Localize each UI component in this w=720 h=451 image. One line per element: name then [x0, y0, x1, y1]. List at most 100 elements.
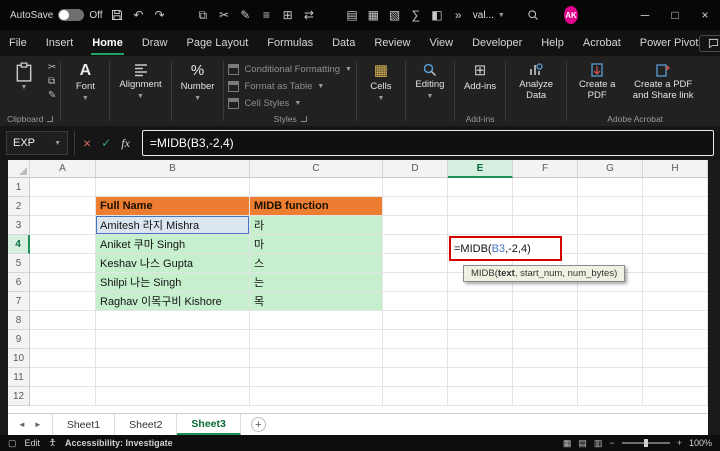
row-header-3[interactable]: 3 [8, 216, 30, 235]
cell-d2[interactable] [383, 197, 448, 216]
addins-button[interactable]: ⊞ Add-ins [459, 60, 501, 95]
normal-view-icon[interactable]: ▦ [563, 438, 572, 449]
cut-icon[interactable]: ✂ [48, 62, 56, 74]
column-header-f[interactable]: F [513, 160, 578, 178]
cell-f2[interactable] [513, 197, 578, 216]
cell-f7[interactable] [513, 292, 578, 311]
new-sheet-icon[interactable]: ▤ [345, 6, 358, 24]
close-icon[interactable]: × [690, 0, 720, 30]
zoom-level[interactable]: 100% [689, 438, 712, 448]
number-button[interactable]: % Number ▼ [176, 60, 220, 104]
menu-icon[interactable]: ≡ [260, 6, 273, 24]
vertical-scrollbar[interactable] [708, 160, 720, 435]
format-painter-icon[interactable]: ✎ [48, 90, 56, 102]
tab-scroll-left-icon[interactable]: ◄ [18, 420, 26, 429]
cell-e10[interactable] [448, 349, 513, 368]
comments-button[interactable]: Comments [699, 34, 720, 52]
autosum-icon[interactable]: ∑ [409, 6, 422, 24]
column-header-h[interactable]: H [643, 160, 708, 178]
cell-b8[interactable] [96, 311, 250, 330]
cell-g11[interactable] [578, 368, 643, 387]
copy-icon[interactable]: ⧉ [196, 6, 209, 24]
cell-f10[interactable] [513, 349, 578, 368]
overflow-icon[interactable]: » [452, 6, 465, 24]
cell-c7[interactable]: 목 [250, 292, 383, 311]
row-header-9[interactable]: 9 [8, 330, 30, 349]
cell-d10[interactable] [383, 349, 448, 368]
cell-e9[interactable] [448, 330, 513, 349]
cell-h7[interactable] [643, 292, 708, 311]
column-header-c[interactable]: C [250, 160, 383, 178]
cell-c10[interactable] [250, 349, 383, 368]
cell-c1[interactable] [250, 178, 383, 197]
cell-d9[interactable] [383, 330, 448, 349]
borders-icon[interactable]: ⊞ [281, 6, 294, 24]
cell-d12[interactable] [383, 387, 448, 406]
cell-h10[interactable] [643, 349, 708, 368]
cell-a4[interactable] [30, 235, 96, 254]
cell-c6[interactable]: 는 [250, 273, 383, 292]
page-layout-view-icon[interactable]: ▤ [578, 438, 587, 449]
cell-e7[interactable] [448, 292, 513, 311]
alignment-button[interactable]: Alignment ▼ [114, 60, 166, 102]
cell-a11[interactable] [30, 368, 96, 387]
cell-h6[interactable] [643, 273, 708, 292]
menu-tab-insert[interactable]: Insert [45, 32, 75, 55]
cell-h1[interactable] [643, 178, 708, 197]
column-header-g[interactable]: G [578, 160, 643, 178]
page-break-view-icon[interactable]: ▥ [594, 438, 603, 449]
cell-d8[interactable] [383, 311, 448, 330]
cell-d1[interactable] [383, 178, 448, 197]
menu-tab-developer[interactable]: Developer [471, 32, 523, 55]
macro-record-icon[interactable]: ▢ [8, 438, 17, 449]
conditional-formatting-button[interactable]: Conditional Formatting ▼ [228, 61, 352, 77]
cell-b7[interactable]: Raghav 이목구비 Kishore [96, 292, 250, 311]
cell-f3[interactable] [513, 216, 578, 235]
row-header-10[interactable]: 10 [8, 349, 30, 368]
format-as-table-button[interactable]: Format as Table ▼ [228, 78, 352, 94]
cell-a12[interactable] [30, 387, 96, 406]
cell-d6[interactable] [383, 273, 448, 292]
restore-icon[interactable]: □ [660, 0, 690, 30]
cell-a1[interactable] [30, 178, 96, 197]
format-painter-icon[interactable]: ✎ [239, 6, 252, 24]
cell-c2[interactable]: MIDB function [250, 197, 383, 216]
row-header-7[interactable]: 7 [8, 292, 30, 311]
column-header-a[interactable]: A [30, 160, 96, 178]
cell-g3[interactable] [578, 216, 643, 235]
cell-f12[interactable] [513, 387, 578, 406]
create-pdf-button[interactable]: Create a PDF [571, 60, 623, 104]
swap-icon[interactable]: ⇄ [302, 6, 315, 24]
cell-g12[interactable] [578, 387, 643, 406]
cell-g1[interactable] [578, 178, 643, 197]
cell-a10[interactable] [30, 349, 96, 368]
cell-c5[interactable]: 스 [250, 254, 383, 273]
create-pdf-share-button[interactable]: Create a PDF and Share link [627, 60, 699, 104]
analyze-data-button[interactable]: Analyze Data [510, 60, 562, 104]
row-header-6[interactable]: 6 [8, 273, 30, 292]
cell-g9[interactable] [578, 330, 643, 349]
menu-tab-draw[interactable]: Draw [141, 32, 169, 55]
fill-color-icon[interactable]: ◧ [430, 6, 443, 24]
zoom-out-icon[interactable]: − [609, 438, 614, 448]
cell-g2[interactable] [578, 197, 643, 216]
name-box[interactable]: EXP ▼ [6, 131, 68, 155]
cell-b1[interactable] [96, 178, 250, 197]
cell-d5[interactable] [383, 254, 448, 273]
sheet-tab-sheet1[interactable]: Sheet1 [51, 414, 116, 435]
cell-a5[interactable] [30, 254, 96, 273]
row-header-1[interactable]: 1 [8, 178, 30, 197]
cell-d7[interactable] [383, 292, 448, 311]
dialog-launcher-icon[interactable] [47, 115, 54, 122]
add-sheet-icon[interactable]: + [250, 417, 266, 432]
autosave-switch-icon[interactable] [58, 9, 85, 21]
menu-tab-review[interactable]: Review [373, 32, 411, 55]
row-header-4[interactable]: 4 [8, 235, 30, 254]
row-header-8[interactable]: 8 [8, 311, 30, 330]
column-header-b[interactable]: B [96, 160, 250, 178]
cell-c4[interactable]: 마 [250, 235, 383, 254]
menu-tab-power-pivot[interactable]: Power Pivot [639, 32, 700, 55]
cell-h3[interactable] [643, 216, 708, 235]
cell-b4[interactable]: Aniket 쿠마 Singh [96, 235, 250, 254]
cell-h11[interactable] [643, 368, 708, 387]
